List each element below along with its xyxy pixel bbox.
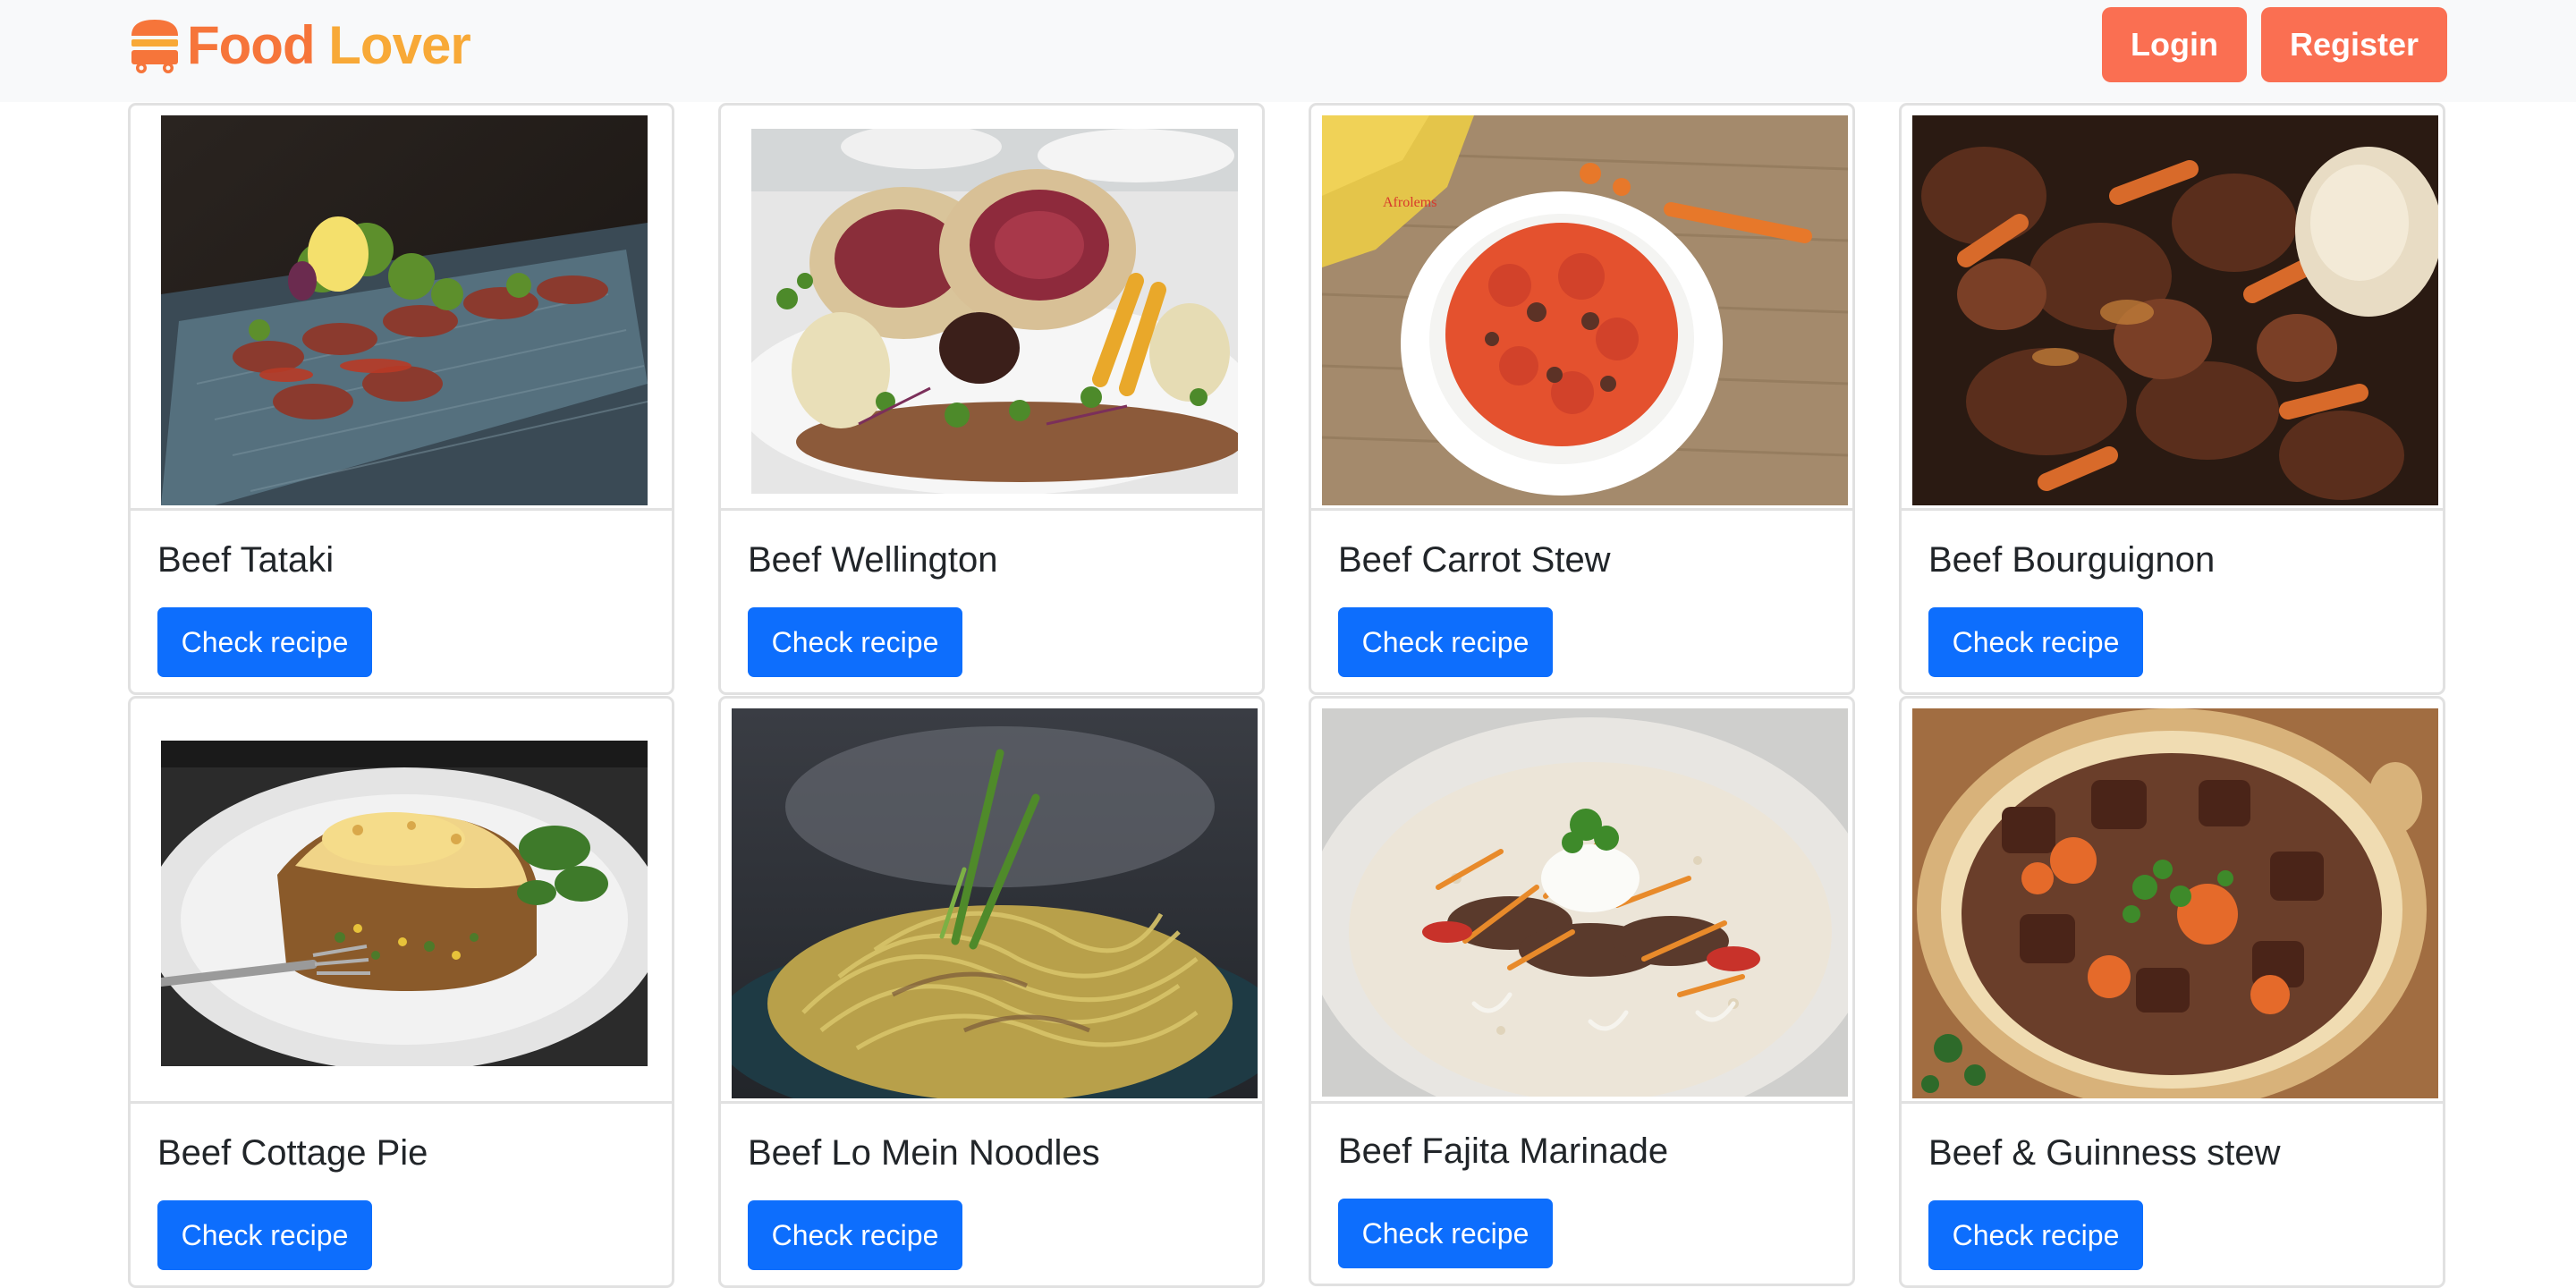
check-recipe-button[interactable]: Check recipe bbox=[1338, 1199, 1553, 1268]
check-recipe-button[interactable]: Check recipe bbox=[1928, 607, 2143, 677]
recipe-card: Beef Cottage Pie Check recipe bbox=[128, 696, 674, 1288]
recipe-image-frame bbox=[721, 699, 1262, 1104]
check-recipe-button[interactable]: Check recipe bbox=[748, 1200, 962, 1270]
photo-watermark: Afrolems bbox=[1383, 195, 1436, 210]
recipe-title: Beef Bourguignon bbox=[1928, 540, 2216, 580]
recipe-image-frame bbox=[1311, 699, 1852, 1104]
beef-lo-mein-image[interactable] bbox=[732, 708, 1258, 1098]
beef-bourguignon-image[interactable] bbox=[1912, 115, 2438, 505]
recipe-image-frame bbox=[131, 106, 672, 511]
check-recipe-button[interactable]: Check recipe bbox=[157, 1200, 372, 1270]
recipe-title: Beef & Guinness stew bbox=[1928, 1133, 2281, 1173]
recipe-image-frame bbox=[1902, 106, 2443, 511]
recipe-title: Beef Carrot Stew bbox=[1338, 540, 1611, 580]
beef-guinness-stew-image[interactable] bbox=[1912, 708, 2438, 1098]
recipe-title: Beef Lo Mein Noodles bbox=[748, 1133, 1100, 1173]
recipe-card: Beef Bourguignon Check recipe bbox=[1899, 103, 2445, 695]
top-navbar: Food Lover Login Register bbox=[0, 0, 2576, 102]
recipe-title: Beef Cottage Pie bbox=[157, 1133, 428, 1173]
recipe-title: Beef Tataki bbox=[157, 540, 335, 580]
beef-carrot-stew-image[interactable]: Afrolems bbox=[1322, 115, 1848, 505]
food-truck-icon bbox=[131, 20, 178, 73]
check-recipe-button[interactable]: Check recipe bbox=[157, 607, 372, 677]
check-recipe-button[interactable]: Check recipe bbox=[1338, 607, 1553, 677]
recipe-title: Beef Fajita Marinade bbox=[1338, 1131, 1669, 1171]
recipe-title: Beef Wellington bbox=[748, 540, 998, 580]
recipe-card: Afrolems Beef Carrot Stew Check recipe bbox=[1309, 103, 1855, 695]
check-recipe-button[interactable]: Check recipe bbox=[1928, 1200, 2143, 1270]
recipe-image-frame bbox=[1902, 699, 2443, 1104]
brand-name: Food Lover bbox=[187, 15, 471, 75]
beef-wellington-image[interactable] bbox=[751, 129, 1238, 494]
recipe-card: Beef Lo Mein Noodles Check recipe bbox=[718, 696, 1265, 1288]
recipe-image-frame: Afrolems bbox=[1311, 106, 1852, 511]
register-button[interactable]: Register bbox=[2261, 7, 2447, 82]
brand-link[interactable]: Food Lover bbox=[128, 15, 471, 75]
beef-fajita-image[interactable] bbox=[1322, 708, 1848, 1097]
brand-word-food: Food bbox=[187, 15, 316, 75]
recipe-image-frame bbox=[721, 106, 1262, 511]
brand-word-lover: Lover bbox=[328, 15, 470, 75]
recipe-card: Beef Fajita Marinade Check recipe bbox=[1309, 696, 1855, 1286]
beef-cottage-pie-image[interactable] bbox=[161, 741, 648, 1066]
login-button[interactable]: Login bbox=[2102, 7, 2247, 82]
recipe-card: Beef Wellington Check recipe bbox=[718, 103, 1265, 695]
beef-tataki-image[interactable] bbox=[161, 115, 648, 505]
recipe-grid: Beef Tataki Check recipe Beef Wellington… bbox=[0, 0, 2576, 1288]
recipe-card: Beef Tataki Check recipe bbox=[128, 103, 674, 695]
recipe-card: Beef & Guinness stew Check recipe bbox=[1899, 696, 2445, 1288]
recipe-image-frame bbox=[131, 699, 672, 1104]
check-recipe-button[interactable]: Check recipe bbox=[748, 607, 962, 677]
